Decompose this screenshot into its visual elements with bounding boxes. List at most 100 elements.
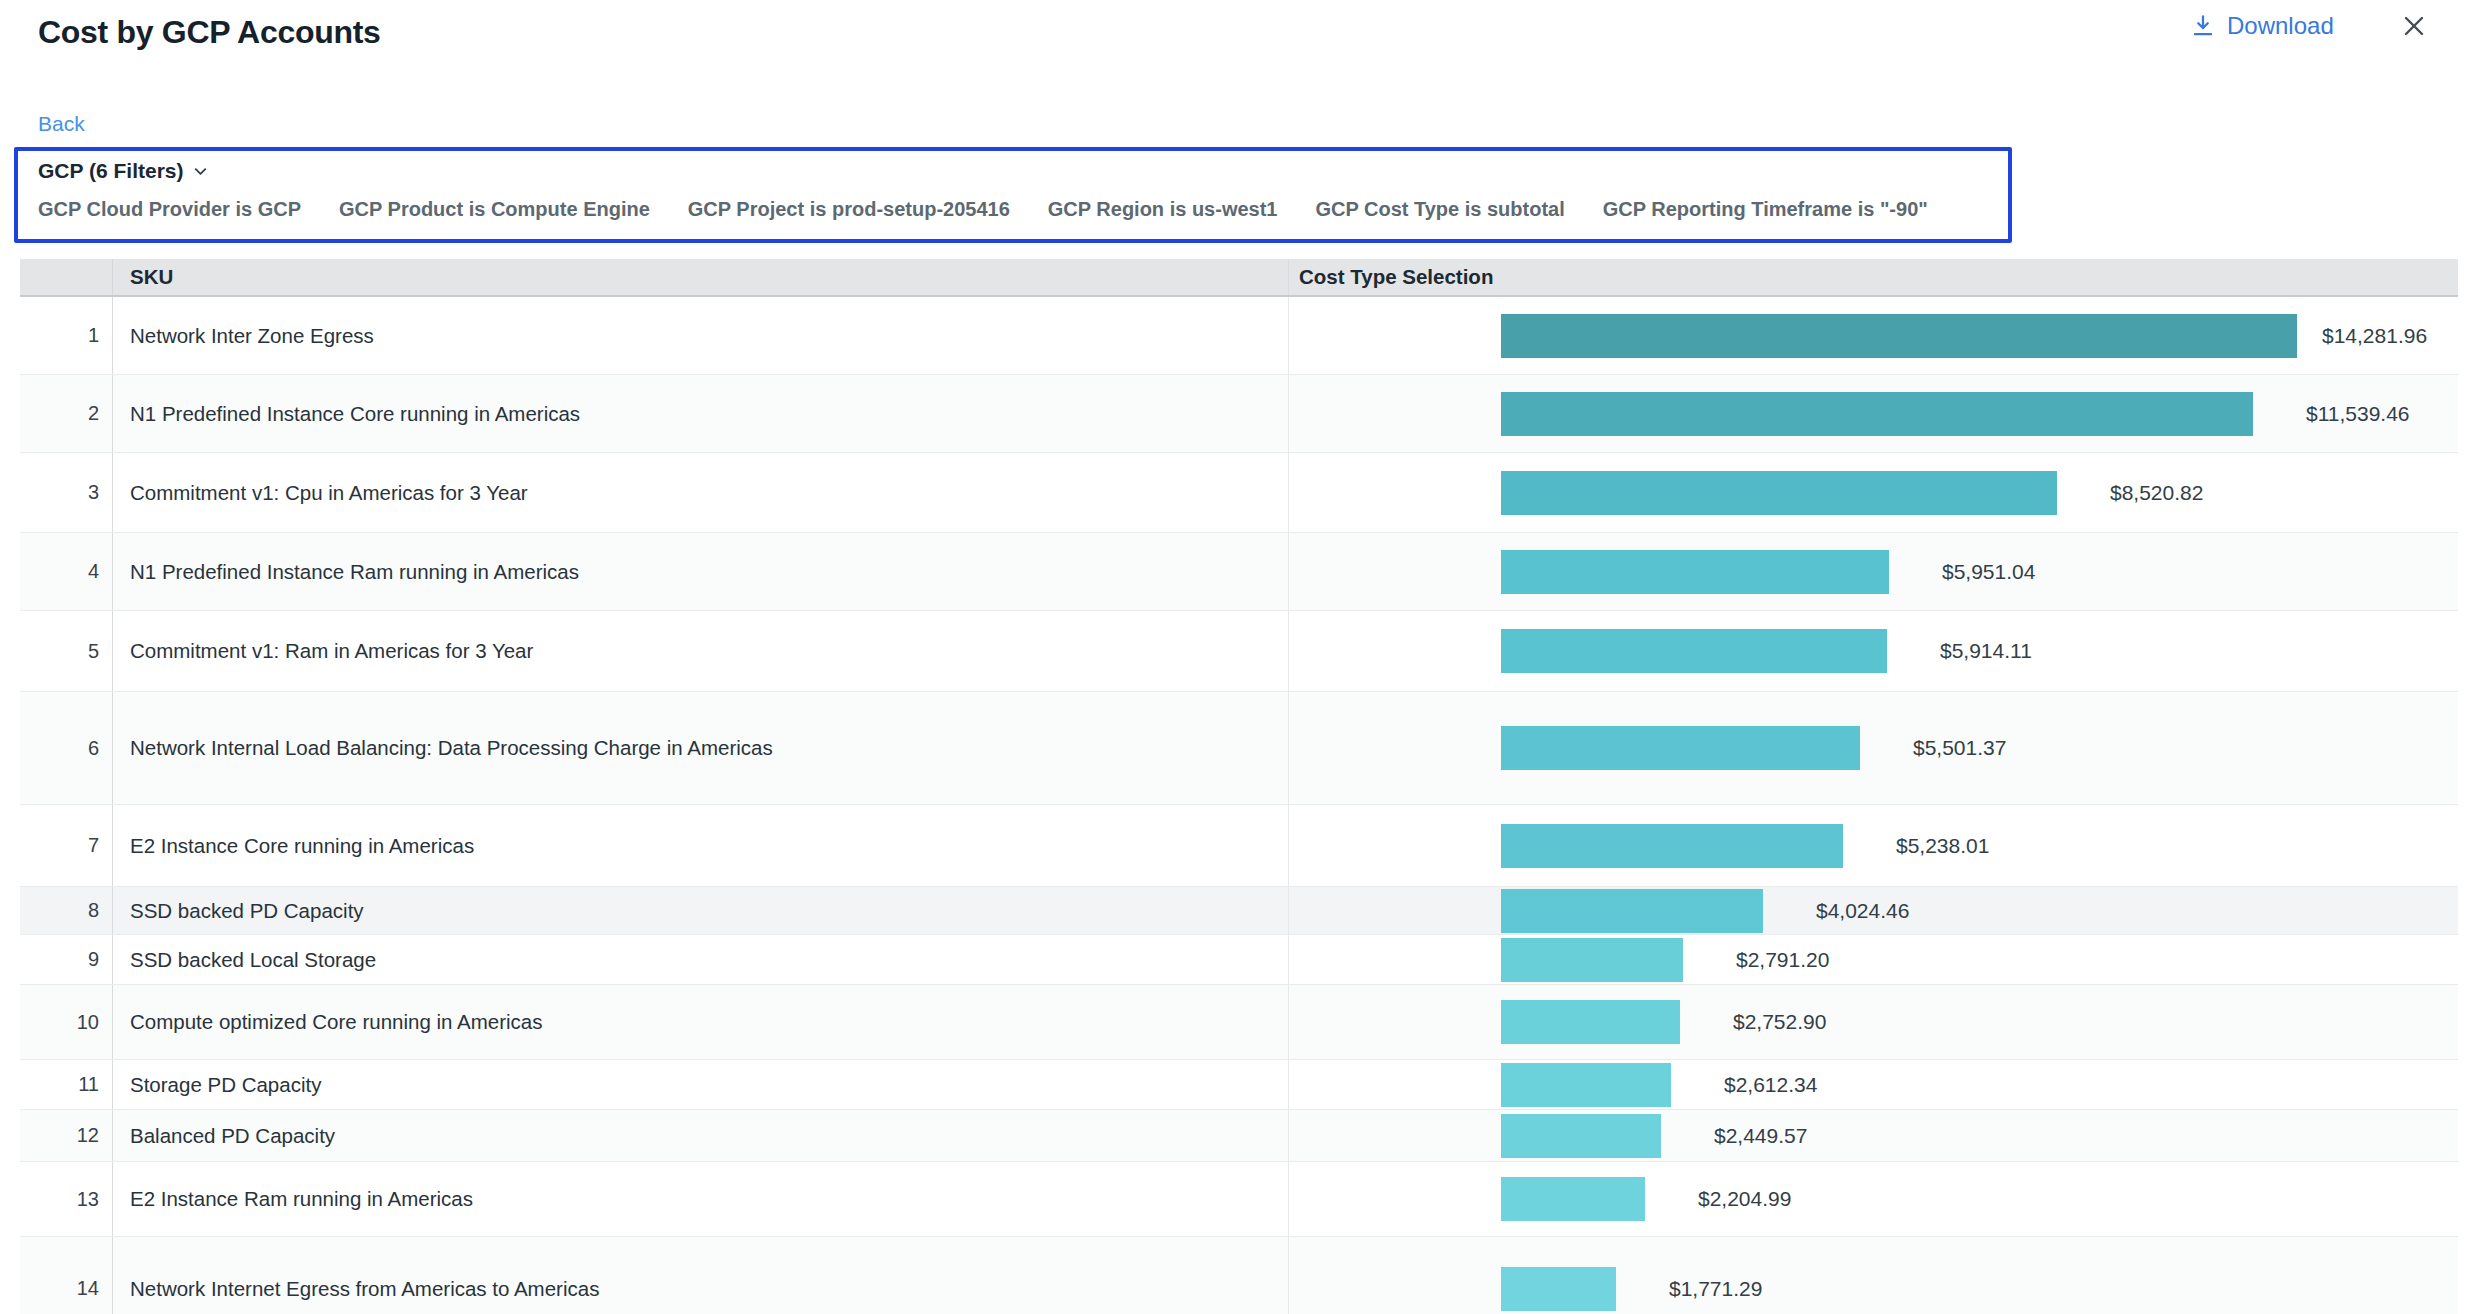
page-title: Cost by GCP Accounts (38, 14, 381, 51)
download-icon (2190, 13, 2216, 39)
row-sku: N1 Predefined Instance Ram running in Am… (113, 533, 1289, 610)
filter-item: GCP Reporting Timeframe is "-90" (1603, 198, 1928, 221)
table-row[interactable]: 8SSD backed PD Capacity $4,024.46 (20, 887, 2458, 935)
cost-value: $1,771.29 (1669, 1277, 1762, 1301)
cost-bar (1501, 392, 2253, 436)
row-bar-cell: $2,449.57 (1289, 1110, 2458, 1161)
row-bar-cell: $5,501.37 (1289, 692, 2458, 804)
cost-bar (1501, 1267, 1616, 1311)
row-rank: 10 (20, 985, 113, 1059)
download-label: Download (2227, 12, 2334, 40)
table-row[interactable]: 3Commitment v1: Cpu in Americas for 3 Ye… (20, 453, 2458, 533)
table-row[interactable]: 4N1 Predefined Instance Ram running in A… (20, 533, 2458, 611)
row-bar-cell: $2,204.99 (1289, 1162, 2458, 1236)
filter-item: GCP Cost Type is subtotal (1315, 198, 1564, 221)
table-row[interactable]: 5Commitment v1: Ram in Americas for 3 Ye… (20, 611, 2458, 692)
cost-bar (1501, 1000, 1680, 1044)
row-sku: E2 Instance Core running in Americas (113, 805, 1289, 886)
cost-value: $14,281.96 (2322, 324, 2427, 348)
row-sku: E2 Instance Ram running in Americas (113, 1162, 1289, 1236)
row-sku: SSD backed PD Capacity (113, 887, 1289, 934)
filter-item: GCP Product is Compute Engine (339, 198, 650, 221)
cost-value: $2,449.57 (1714, 1124, 1807, 1148)
table-row[interactable]: 10Compute optimized Core running in Amer… (20, 985, 2458, 1060)
cost-value: $2,612.34 (1724, 1073, 1817, 1097)
download-button[interactable]: Download (2190, 12, 2334, 40)
cost-bar (1501, 824, 1843, 868)
row-bar-cell: $11,539.46 (1289, 375, 2458, 452)
row-bar-cell: $14,281.96 (1289, 297, 2458, 374)
row-bar-cell: $2,752.90 (1289, 985, 2458, 1059)
row-bar-cell: $1,771.29 (1289, 1237, 2458, 1314)
cost-value: $11,539.46 (2306, 402, 2410, 426)
table-row[interactable]: 1Network Inter Zone Egress $14,281.96 (20, 297, 2458, 375)
cost-bar (1501, 550, 1889, 594)
cost-bar (1501, 938, 1683, 982)
row-sku: Commitment v1: Ram in Americas for 3 Yea… (113, 611, 1289, 691)
row-rank: 5 (20, 611, 113, 691)
cost-bar (1501, 314, 2297, 358)
row-rank: 13 (20, 1162, 113, 1236)
cost-value: $4,024.46 (1816, 899, 1909, 923)
row-bar-cell: $2,612.34 (1289, 1060, 2458, 1109)
row-rank: 12 (20, 1110, 113, 1161)
table-row[interactable]: 2N1 Predefined Instance Core running in … (20, 375, 2458, 453)
cost-value: $8,520.82 (2110, 481, 2203, 505)
row-rank: 3 (20, 453, 113, 532)
row-rank: 14 (20, 1237, 113, 1314)
row-sku: Commitment v1: Cpu in Americas for 3 Yea… (113, 453, 1289, 532)
table-row[interactable]: 7E2 Instance Core running in Americas$5,… (20, 805, 2458, 887)
filter-item: GCP Cloud Provider is GCP (38, 198, 301, 221)
row-rank: 4 (20, 533, 113, 610)
row-sku: Network Internal Load Balancing: Data Pr… (113, 692, 1289, 804)
row-rank: 11 (20, 1060, 113, 1109)
table-row[interactable]: 11Storage PD Capacity $2,612.34 (20, 1060, 2458, 1110)
header-rank-column (20, 259, 113, 295)
table-row[interactable]: 13E2 Instance Ram running in Americas $2,… (20, 1162, 2458, 1237)
row-rank: 8 (20, 887, 113, 934)
cost-bar (1501, 1063, 1671, 1107)
row-sku: Network Internet Egress from Americas to… (113, 1237, 1289, 1314)
cost-bar (1501, 889, 1763, 933)
row-bar-cell: $5,238.01 (1289, 805, 2458, 886)
cost-value: $5,951.04 (1942, 560, 2035, 584)
row-sku: Network Inter Zone Egress (113, 297, 1289, 374)
row-sku: Storage PD Capacity (113, 1060, 1289, 1109)
cost-value: $5,914.11 (1940, 639, 2032, 663)
cost-value: $5,501.37 (1913, 736, 2006, 760)
cost-bar (1501, 726, 1860, 770)
filter-list: GCP Cloud Provider is GCP GCP Product is … (38, 198, 1988, 221)
close-icon[interactable] (2398, 10, 2430, 42)
row-bar-cell: $5,914.11 (1289, 611, 2458, 691)
row-rank: 7 (20, 805, 113, 886)
cost-value: $2,204.99 (1698, 1187, 1791, 1211)
row-rank: 1 (20, 297, 113, 374)
table-row[interactable]: 12Balanced PD Capacity $2,449.57 (20, 1110, 2458, 1162)
back-link[interactable]: Back (38, 112, 85, 136)
header-sku: SKU (113, 259, 1289, 295)
cost-bar (1501, 629, 1887, 673)
row-sku: SSD backed Local Storage (113, 935, 1289, 984)
row-bar-cell: $2,791.20 (1289, 935, 2458, 984)
cost-bar (1501, 1114, 1661, 1158)
cost-bar (1501, 471, 2057, 515)
row-sku: N1 Predefined Instance Core running in A… (113, 375, 1289, 452)
filter-group-dropdown[interactable]: GCP (6 Filters) (38, 159, 1988, 183)
table-row[interactable]: 9SSD backed Local Storage $2,791.20 (20, 935, 2458, 985)
table-row[interactable]: 14Network Internet Egress from Americas … (20, 1237, 2458, 1314)
cost-value: $2,791.20 (1736, 948, 1829, 972)
table-row[interactable]: 6Network Internal Load Balancing: Data P… (20, 692, 2458, 805)
cost-table: SKU Cost Type Selection 1Network Inter Z… (20, 259, 2458, 1314)
row-rank: 6 (20, 692, 113, 804)
row-bar-cell: $8,520.82 (1289, 453, 2458, 532)
cost-value: $2,752.90 (1733, 1010, 1826, 1034)
filter-group-label: GCP (6 Filters) (38, 159, 183, 183)
row-bar-cell: $5,951.04 (1289, 533, 2458, 610)
filter-item: GCP Region is us-west1 (1048, 198, 1278, 221)
filter-box: GCP (6 Filters) GCP Cloud Provider is GC… (14, 147, 2012, 243)
cost-bar (1501, 1177, 1645, 1221)
cost-report-panel: Cost by GCP Accounts Download Back GCP (… (0, 0, 2476, 1314)
row-sku: Balanced PD Capacity (113, 1110, 1289, 1161)
table-body: 1Network Inter Zone Egress $14,281.96 2N1 … (20, 297, 2458, 1314)
row-rank: 9 (20, 935, 113, 984)
